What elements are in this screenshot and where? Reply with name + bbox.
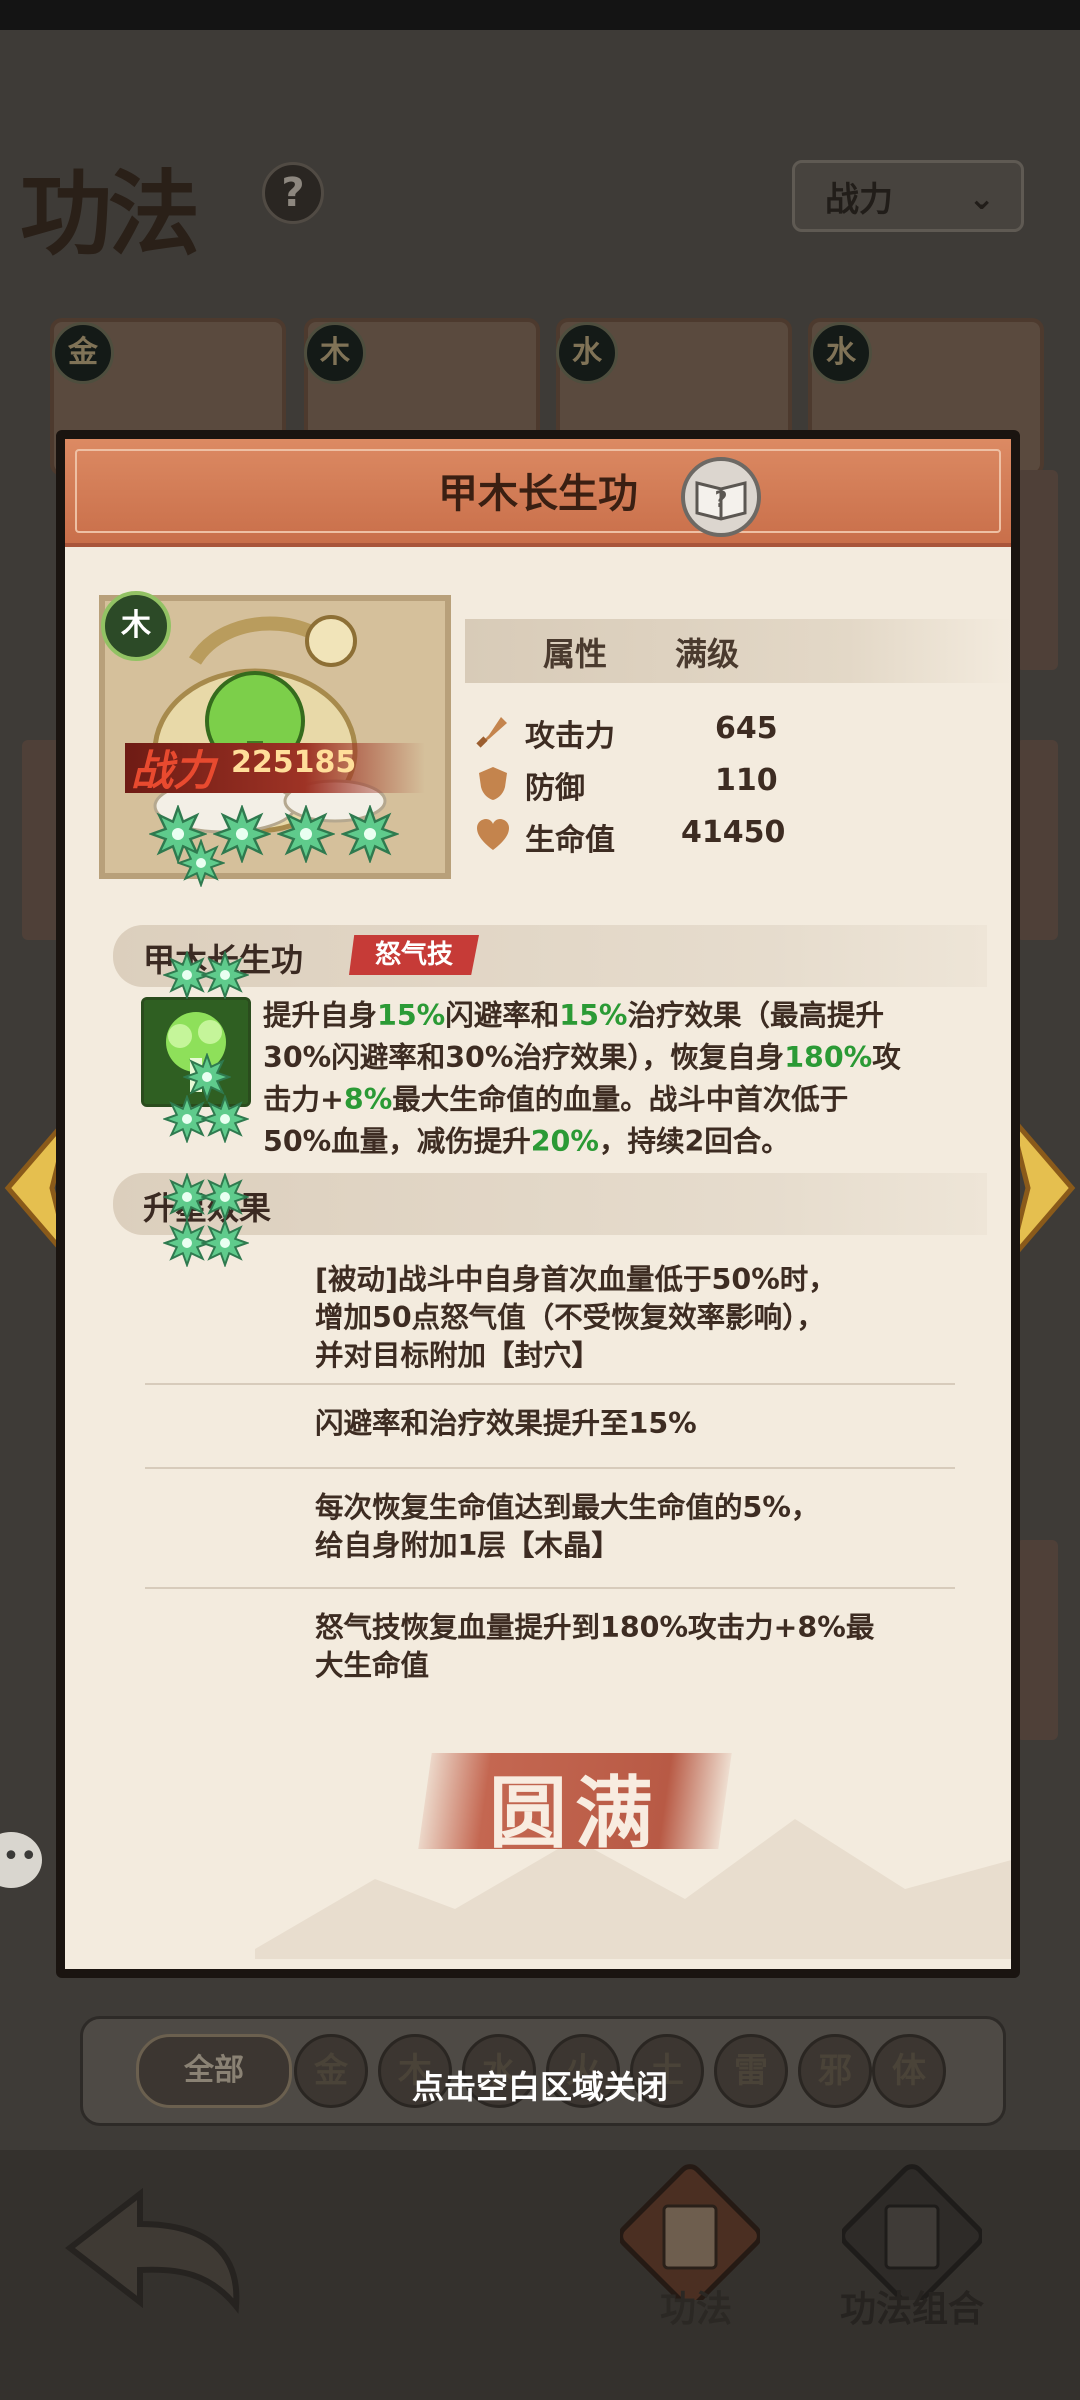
technique-combo-tab-icon[interactable] bbox=[842, 2150, 982, 2300]
stat-name: 防御 bbox=[525, 771, 585, 806]
status-stamp-text: 圆满 bbox=[488, 1768, 661, 1859]
star-icon bbox=[277, 805, 335, 863]
card-element-badge: 水 bbox=[556, 322, 618, 384]
skill-description: 提升自身15%闪避率和15%治疗效果（最高提升 30%闪避率和30%治疗效果），恢… bbox=[263, 995, 973, 1163]
desc-text: 闪避率和 bbox=[445, 999, 560, 1032]
stats-header: 属性 满级 bbox=[465, 619, 1011, 683]
help-button[interactable]: ? bbox=[262, 162, 324, 224]
stat-name: 生命值 bbox=[525, 823, 615, 858]
svg-text:?: ? bbox=[715, 488, 728, 513]
element-wood-badge: 木 bbox=[101, 591, 171, 661]
stat-attack: 攻击力 645 bbox=[475, 707, 875, 757]
tab-technique[interactable]: 功法 bbox=[660, 2280, 732, 2332]
skill-description-line: 50%血量，减伤提升20%，持续2回合。 bbox=[263, 1121, 973, 1163]
stat-defense: 防御 110 bbox=[475, 759, 875, 809]
dialog-title: 甲木长生功 bbox=[438, 470, 638, 517]
star-effect-text-3: 每次恢复生命值达到最大生命值的5%， 给自身附加1层【木晶】 bbox=[315, 1491, 820, 1562]
technique-detail-dialog: 甲木长生功 ? 木 战力 225185 属性 满级 攻击力 645 防御 110 bbox=[56, 430, 1020, 1978]
desc-text: 攻 bbox=[872, 1041, 901, 1074]
stat-value: 110 bbox=[715, 763, 778, 798]
card-edge bbox=[1016, 740, 1058, 940]
skill-description-line: 30%闪避率和30%治疗效果），恢复自身180%攻 bbox=[263, 1037, 973, 1079]
star-icon bbox=[201, 1173, 249, 1221]
max-level-stamp: 圆满 bbox=[418, 1739, 732, 1859]
skill-description-line: 击力+8%最大生命值的血量。战斗中首次低于 bbox=[263, 1079, 973, 1121]
shield-icon bbox=[479, 767, 507, 800]
highlight-value: 8% bbox=[343, 1083, 393, 1116]
star-icon bbox=[201, 951, 249, 999]
status-bar bbox=[0, 0, 1080, 30]
chevron-down-icon: ⌄ bbox=[968, 179, 995, 217]
divider bbox=[145, 1467, 955, 1469]
back-arrow-icon[interactable] bbox=[60, 2186, 250, 2316]
highlight-value: 180% bbox=[784, 1041, 873, 1074]
card-element-badge: 金 bbox=[52, 322, 114, 384]
card-edge bbox=[1016, 470, 1058, 670]
star-effect-text-1: [被动]战斗中自身首次血量低于50%时， 增加50点怒气值（不受恢复效率影响），… bbox=[315, 1263, 837, 1372]
desc-text: 提升自身 bbox=[263, 999, 378, 1032]
stats-level-label: 满级 bbox=[675, 635, 740, 673]
sort-selected-label: 战力 bbox=[825, 179, 893, 220]
chat-bubble-icon[interactable]: ••• bbox=[0, 1832, 42, 1888]
star-icon bbox=[177, 839, 225, 887]
desc-text: ，持续2回合。 bbox=[598, 1125, 790, 1158]
star-icon bbox=[183, 1053, 231, 1101]
technique-tab-icon[interactable] bbox=[620, 2150, 760, 2300]
desc-text: 击力+ bbox=[263, 1083, 344, 1116]
heart-icon bbox=[477, 819, 509, 850]
star-icon bbox=[341, 805, 399, 863]
stats-attr-label: 属性 bbox=[543, 635, 608, 673]
star-effect-text-4: 怒气技恢复血量提升到180%攻击力+8%最 大生命值 bbox=[315, 1611, 875, 1682]
desc-text: 治疗效果（最高提升 bbox=[627, 999, 884, 1032]
highlight-value: 15% bbox=[559, 999, 628, 1032]
stat-value: 645 bbox=[715, 711, 778, 746]
desc-text: 最大生命值的血量。战斗中首次低于 bbox=[392, 1083, 849, 1116]
stat-value: 41450 bbox=[681, 815, 786, 850]
star-icon bbox=[201, 1095, 249, 1143]
card-edge bbox=[1016, 1540, 1058, 1740]
desc-text: 30%闪避率和30%治疗效果），恢复自身 bbox=[263, 1041, 785, 1074]
sword-icon bbox=[476, 717, 507, 748]
rage-skill-tag: 怒气技 bbox=[349, 935, 479, 975]
highlight-value: 20% bbox=[530, 1125, 599, 1158]
divider bbox=[145, 1587, 955, 1589]
desc-text: 50%血量，减伤提升 bbox=[263, 1125, 531, 1158]
divider bbox=[145, 1383, 955, 1385]
star-icon bbox=[201, 1219, 249, 1267]
card-element-badge: 水 bbox=[810, 322, 872, 384]
skill-description-line: 提升自身15%闪避率和15%治疗效果（最高提升 bbox=[263, 995, 973, 1037]
stat-name: 攻击力 bbox=[525, 719, 615, 754]
sort-dropdown[interactable]: 战力 ⌄ bbox=[792, 160, 1024, 232]
book-help-icon[interactable]: ? bbox=[681, 457, 761, 537]
star-effect-text-2: 闪避率和治疗效果提升至15% bbox=[315, 1407, 697, 1440]
stat-hp: 生命值 41450 bbox=[475, 811, 875, 861]
card-element-badge: 木 bbox=[304, 322, 366, 384]
page-title: 功法 bbox=[20, 160, 200, 268]
highlight-value: 15% bbox=[377, 999, 446, 1032]
power-label: 战力 bbox=[131, 746, 216, 795]
tab-technique-combo[interactable]: 功法组合 bbox=[840, 2280, 984, 2332]
power-value: 225185 bbox=[231, 745, 357, 780]
close-hint-text: 点击空白区域关闭 bbox=[411, 2068, 668, 2106]
